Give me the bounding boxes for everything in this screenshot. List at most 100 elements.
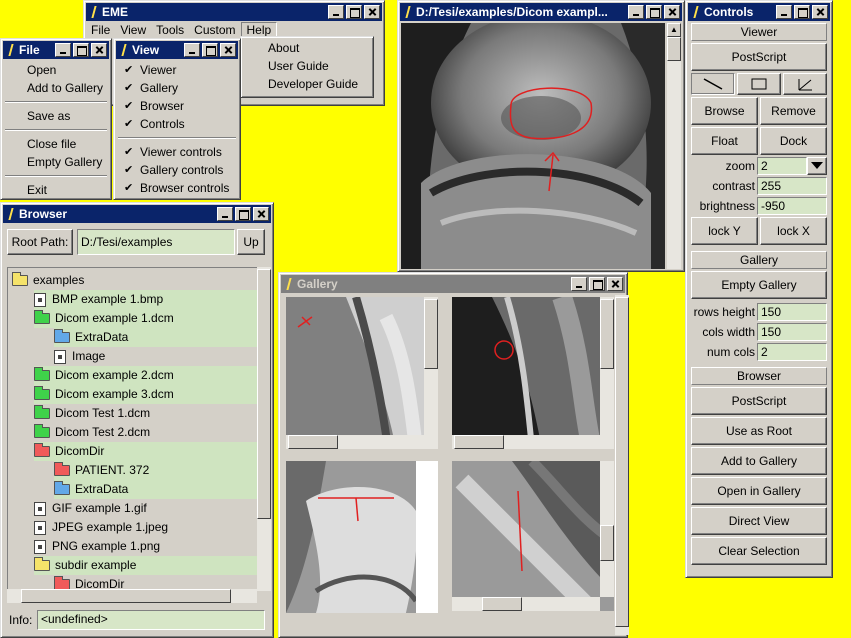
view-gallery-controls[interactable]: Gallery controls <box>116 161 238 179</box>
minimize-icon[interactable] <box>217 207 233 221</box>
add-to-gallery-button[interactable]: Add to Gallery <box>691 447 827 475</box>
file-save-as[interactable]: Save as <box>3 107 109 125</box>
help-about[interactable]: About <box>241 39 373 57</box>
gallery-titlebar[interactable]: Gallery <box>281 275 625 293</box>
browser-vscrollbar[interactable] <box>257 267 271 591</box>
remove-button[interactable]: Remove <box>760 97 827 125</box>
eme-titlebar[interactable]: EME <box>86 3 382 21</box>
menu-custom[interactable]: Custom <box>189 23 240 37</box>
menu-view[interactable]: View <box>115 23 151 37</box>
minimize-icon[interactable] <box>571 277 587 291</box>
file-add-to-gallery[interactable]: Add to Gallery <box>3 79 109 97</box>
brightness-field[interactable]: -950 <box>757 197 827 215</box>
close-icon[interactable] <box>91 43 107 57</box>
rect-tool-button[interactable] <box>737 73 781 95</box>
rows-height-field[interactable]: 150 <box>757 303 827 321</box>
tree-item[interactable]: PNG example 1.png <box>34 537 258 556</box>
root-path-button[interactable]: Root Path: <box>7 229 73 255</box>
browser-titlebar[interactable]: Browser <box>3 205 271 223</box>
viewer-postscript-button[interactable]: PostScript <box>691 43 827 71</box>
gallery-thumb-2[interactable] <box>452 297 614 449</box>
lock-y-button[interactable]: lock Y <box>691 217 758 245</box>
viewer-vscrollbar[interactable]: ▲ <box>667 23 681 269</box>
open-in-gallery-button[interactable]: Open in Gallery <box>691 477 827 505</box>
tree-item[interactable]: Dicom example 1.dcm <box>34 309 258 328</box>
maximize-icon[interactable] <box>73 43 89 57</box>
root-path-field[interactable]: D:/Tesi/examples <box>77 229 235 255</box>
maximize-icon[interactable] <box>346 5 362 19</box>
gallery-vscrollbar[interactable] <box>615 295 629 635</box>
tree-item[interactable]: GIF example 1.gif <box>34 499 258 518</box>
help-developer-guide[interactable]: Developer Guide <box>241 75 373 93</box>
close-icon[interactable] <box>364 5 380 19</box>
clear-selection-button[interactable]: Clear Selection <box>691 537 827 565</box>
tree-item[interactable]: examples <box>12 271 84 290</box>
zoom-select[interactable]: 2 <box>757 157 807 175</box>
view-browser-controls[interactable]: Browser controls <box>116 179 238 197</box>
gallery-thumb-3[interactable] <box>286 461 438 613</box>
float-button[interactable]: Float <box>691 127 758 155</box>
close-icon[interactable] <box>253 207 269 221</box>
tree-item[interactable]: Image <box>54 347 258 366</box>
close-icon[interactable] <box>607 277 623 291</box>
controls-titlebar[interactable]: Controls <box>688 3 830 21</box>
file-close-file[interactable]: Close file <box>3 135 109 153</box>
direct-view-button[interactable]: Direct View <box>691 507 827 535</box>
minimize-icon[interactable] <box>776 5 792 19</box>
help-user-guide[interactable]: User Guide <box>241 57 373 75</box>
menu-tools[interactable]: Tools <box>151 23 189 37</box>
close-icon[interactable] <box>220 43 236 57</box>
num-cols-field[interactable]: 2 <box>757 343 827 361</box>
maximize-icon[interactable] <box>589 277 605 291</box>
tree-item[interactable]: ExtraData <box>54 480 258 499</box>
tree-item[interactable]: Dicom example 2.dcm <box>34 366 258 385</box>
browse-button[interactable]: Browse <box>691 97 758 125</box>
close-icon[interactable] <box>664 5 680 19</box>
up-button[interactable]: Up <box>237 229 265 255</box>
maximize-icon[interactable] <box>202 43 218 57</box>
minimize-icon[interactable] <box>628 5 644 19</box>
view-viewer-controls[interactable]: Viewer controls <box>116 143 238 161</box>
lock-x-button[interactable]: lock X <box>760 217 827 245</box>
tree-item[interactable]: Dicom Test 2.dcm <box>34 423 258 442</box>
maximize-icon[interactable] <box>646 5 662 19</box>
view-browser[interactable]: Browser <box>116 97 238 115</box>
tree-item[interactable]: ExtraData <box>54 328 258 347</box>
minimize-icon[interactable] <box>184 43 200 57</box>
angle-tool-button[interactable] <box>783 73 827 95</box>
browser-postscript-button[interactable]: PostScript <box>691 387 827 415</box>
maximize-icon[interactable] <box>235 207 251 221</box>
gallery-thumb-1[interactable] <box>286 297 438 449</box>
use-as-root-button[interactable]: Use as Root <box>691 417 827 445</box>
zoom-dropdown-button[interactable] <box>807 157 827 175</box>
minimize-icon[interactable] <box>55 43 71 57</box>
tree-item[interactable]: PATIENT. 372 <box>54 461 258 480</box>
empty-gallery-button[interactable]: Empty Gallery <box>691 271 827 299</box>
viewer-titlebar[interactable]: D:/Tesi/examples/Dicom exampl... <box>400 3 682 21</box>
tree-item[interactable]: DicomDir <box>34 442 258 461</box>
maximize-icon[interactable] <box>794 5 810 19</box>
file-titlebar[interactable]: File <box>3 41 109 59</box>
view-gallery[interactable]: Gallery <box>116 79 238 97</box>
browser-hscrollbar[interactable] <box>7 589 257 603</box>
file-exit[interactable]: Exit <box>3 181 109 199</box>
view-controls[interactable]: Controls <box>116 115 238 133</box>
minimize-icon[interactable] <box>328 5 344 19</box>
line-tool-button[interactable] <box>691 73 735 95</box>
file-open[interactable]: Open <box>3 61 109 79</box>
tree-item[interactable]: JPEG example 1.jpeg <box>34 518 258 537</box>
tree-item[interactable]: BMP example 1.bmp <box>34 290 258 309</box>
view-viewer[interactable]: Viewer <box>116 61 238 79</box>
viewer-image[interactable] <box>401 23 665 269</box>
close-icon[interactable] <box>812 5 828 19</box>
cols-width-field[interactable]: 150 <box>757 323 827 341</box>
tree-item[interactable]: Dicom example 3.dcm <box>34 385 258 404</box>
file-empty-gallery[interactable]: Empty Gallery <box>3 153 109 171</box>
dock-button[interactable]: Dock <box>760 127 827 155</box>
gallery-thumb-4[interactable] <box>452 461 614 611</box>
tree-item[interactable]: Dicom Test 1.dcm <box>34 404 258 423</box>
view-titlebar[interactable]: View <box>116 41 238 59</box>
menu-file[interactable]: File <box>86 23 115 37</box>
contrast-field[interactable]: 255 <box>757 177 827 195</box>
tree-item[interactable]: subdir example <box>34 556 258 575</box>
